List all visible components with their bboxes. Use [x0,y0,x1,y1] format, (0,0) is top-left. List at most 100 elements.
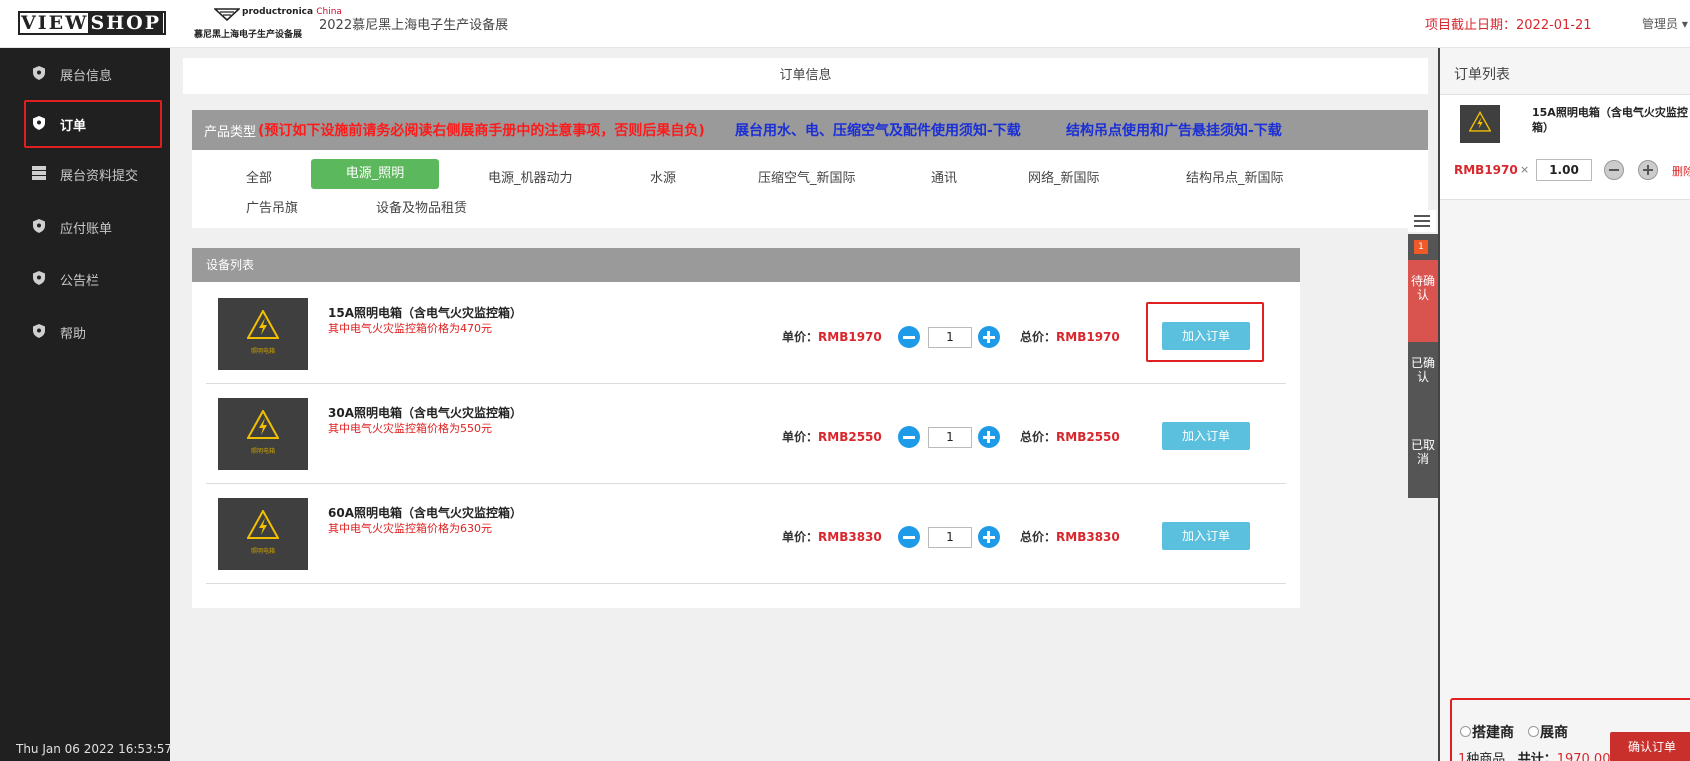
list-toggle-button[interactable] [1408,210,1436,232]
thumb-caption: 照明电箱 [250,348,275,355]
menu-line [1414,220,1430,222]
shield-icon [33,116,45,130]
tab-power-lighting[interactable]: 电源_照明 [311,159,439,189]
logo-text-right: SHOP [88,12,163,34]
order-item-name: 15A照明电箱（含电气火灾监控箱） [1532,106,1688,134]
quantity-input[interactable]: 1 [928,427,972,448]
expo-title: 2022慕尼黑上海电子生产设备展 [319,18,509,33]
product-row: 照明电箱 60A照明电箱（含电气火灾监控箱） 其中电气火灾监控箱价格为630元 … [206,482,1286,584]
increase-qty-button[interactable] [978,426,1000,448]
expo-mark-icon [214,8,240,21]
sidebar: 展台信息 订单 展台资料提交 应付账单 公告栏 帮助 Thu Jan 06 20… [0,48,172,761]
tab-compressed-air[interactable]: 压缩空气_新国际 [758,167,856,186]
quantity-input[interactable]: 1 [928,527,972,548]
tab-telecom[interactable]: 通讯 [931,167,957,186]
water-power-guide-link[interactable]: 展台用水、电、压缩空气及配件使用须知-下载 [735,120,1021,140]
tab-rigging[interactable]: 结构吊点_新国际 [1186,167,1284,186]
warning-icon [247,310,279,339]
product-name: 60A照明电箱（含电气火灾监控箱） [328,506,522,520]
server-icon [32,166,46,180]
category-bar: 产品类型 (预订如下设施前请务必阅读右侧展商手册中的注意事项，否则后果自负) 展… [192,110,1428,150]
product-note: 其中电气火灾监控箱价格为630元 [328,522,492,535]
decrease-qty-button[interactable] [898,426,920,448]
decrease-qty-button[interactable] [898,326,920,348]
order-decrease-button[interactable] [1604,160,1624,180]
thumb-caption: 照明电箱 [250,548,275,555]
sidebar-item-label: 帮助 [60,327,87,342]
order-item-qty[interactable]: 1.00 [1536,159,1592,181]
thumb-caption: 照明电箱 [250,448,275,455]
sidebar-item-bulletin[interactable]: 公告栏 [24,255,162,303]
product-thumbnail: 照明电箱 [218,498,308,570]
menu-line [1414,215,1430,217]
expo-logo: productronica China 慕尼黑上海电子生产设备展 [194,7,342,41]
menu-line [1414,225,1430,227]
order-increase-button[interactable] [1638,160,1658,180]
tab-power-machine[interactable]: 电源_机器动力 [488,167,573,186]
viewshop-logo[interactable]: VIEW SHOP [18,11,166,35]
radio-builder[interactable] [1460,726,1471,737]
order-list-title: 订单列表 [1454,67,1510,83]
order-list-panel: 订单列表 15A照明电箱（含电气火灾监控箱） RMB1970 × 1.00 删除… [1438,48,1690,761]
product-thumbnail: 照明电箱 [218,398,308,470]
sidebar-item-booth-materials[interactable]: 展台资料提交 [24,150,162,198]
tab-cancelled[interactable]: 已取消 [1408,424,1438,498]
sidebar-item-orders[interactable]: 订单 [24,100,162,148]
radio-exhibitor[interactable] [1528,726,1539,737]
expo-logo-zh: 慕尼黑上海电子生产设备展 [194,30,303,40]
tab-confirmed[interactable]: 已确认 [1408,342,1438,424]
admin-menu[interactable]: 管理员 ▾ [1642,15,1688,32]
unit-price: 单价：RMB2550 [782,430,882,444]
tab-banners[interactable]: 广告吊旗 [246,197,298,216]
sidebar-item-label: 公告栏 [60,274,100,289]
current-datetime: Thu Jan 06 2022 16:53:57 [16,742,172,756]
order-item-price: RMB1970 [1454,163,1518,177]
product-row: 照明电箱 30A照明电箱（含电气火灾监控箱） 其中电气火灾监控箱价格为550元 … [206,382,1286,484]
sidebar-item-label: 应付账单 [60,222,113,237]
product-note: 其中电气火灾监控箱价格为550元 [328,422,492,435]
total-price: 总价：RMB3830 [1020,530,1120,544]
project-deadline: 项目截止日期：2022-01-21 [1425,18,1592,33]
tab-rentals[interactable]: 设备及物品租赁 [376,197,467,216]
sidebar-item-payables[interactable]: 应付账单 [24,203,162,251]
confirm-order-button[interactable]: 确认订单 [1610,732,1690,761]
order-summary: 1种商品 共计：1970.00 [1458,752,1611,761]
pending-count-badge: 1 [1414,240,1428,254]
sidebar-item-label: 订单 [60,119,87,134]
product-name: 15A照明电箱（含电气火灾监控箱） [328,306,522,320]
rigging-guide-link[interactable]: 结构吊点使用和广告悬挂须知-下载 [1066,120,1282,140]
add-to-order-button[interactable]: 加入订单 [1162,522,1250,550]
warning-icon [1469,111,1491,132]
product-name: 30A照明电箱（含电气火灾监控箱） [328,406,522,420]
quantity-input[interactable]: 1 [928,327,972,348]
product-thumbnail: 照明电箱 [218,298,308,370]
category-label: 产品类型 [204,125,257,140]
unit-price: 单价：RMB1970 [782,330,882,344]
total-price: 总价：RMB2550 [1020,430,1120,444]
warning-icon [247,510,279,539]
page-title: 订单信息 [183,58,1428,94]
shield-icon [33,66,45,80]
device-list-header: 设备列表 [192,248,1300,282]
logo-text-left: VIEW [21,12,89,34]
tab-pending[interactable]: 待确认 [1408,260,1438,342]
sidebar-item-label: 展台资料提交 [60,169,139,184]
sidebar-item-booth-info[interactable]: 展台信息 [24,50,162,98]
order-item: 15A照明电箱（含电气火灾监控箱） RMB1970 × 1.00 删除 [1440,94,1690,200]
decrease-qty-button[interactable] [898,526,920,548]
top-header: VIEW SHOP productronica China 慕尼黑上海电子生产设备… [0,0,1690,48]
radio-exhibitor-label: 展商 [1540,725,1568,741]
tab-network[interactable]: 网络_新国际 [1028,167,1100,186]
increase-qty-button[interactable] [978,526,1000,548]
add-to-order-button[interactable]: 加入订单 [1162,422,1250,450]
increase-qty-button[interactable] [978,326,1000,348]
tab-water[interactable]: 水源 [650,167,676,186]
order-summary-box: 搭建商 展商 1种商品 共计：1970.00 确认订单 [1450,698,1690,761]
tab-all[interactable]: 全部 [246,167,272,186]
sidebar-item-help[interactable]: 帮助 [24,308,162,356]
shield-icon [33,324,45,338]
delete-link[interactable]: 删除 [1672,163,1690,179]
shield-icon [33,219,45,233]
times-sign: × [1520,163,1530,176]
product-row: 照明电箱 15A照明电箱（含电气火灾监控箱） 其中电气火灾监控箱价格为470元 … [206,282,1286,384]
